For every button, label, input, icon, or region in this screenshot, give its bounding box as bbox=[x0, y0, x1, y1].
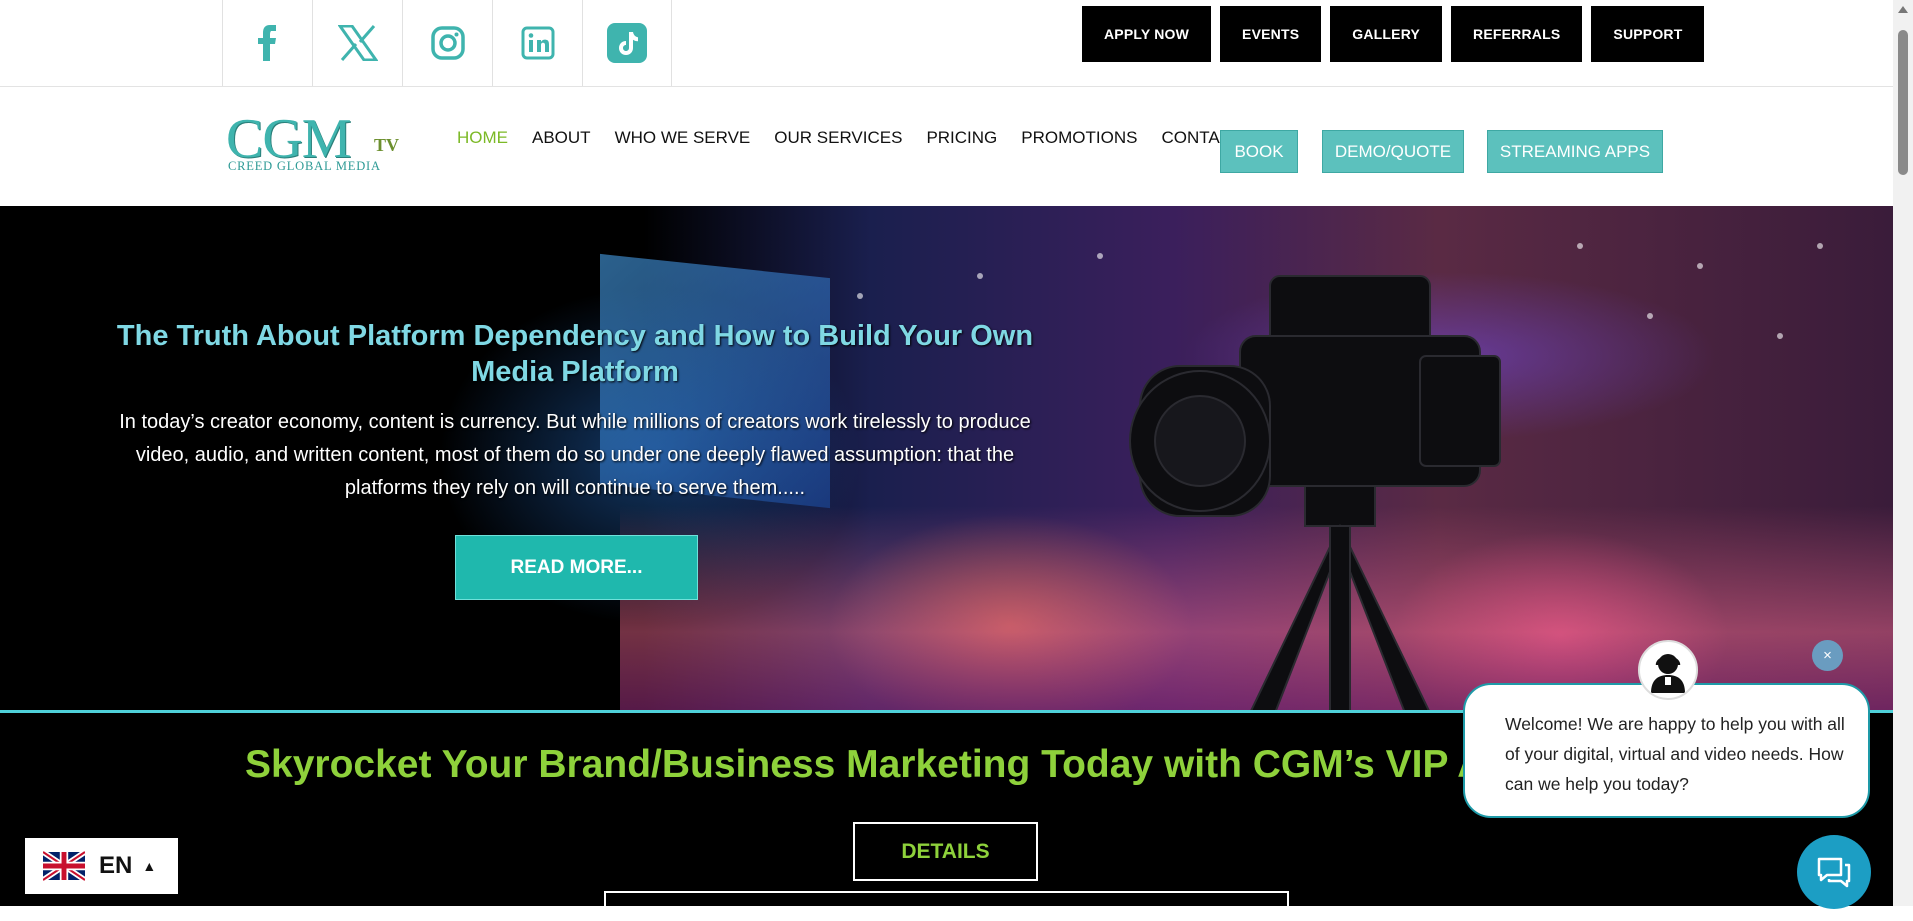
x-icon bbox=[337, 25, 378, 61]
page-scrollbar[interactable] bbox=[1893, 0, 1913, 906]
support-button[interactable]: SUPPORT bbox=[1591, 6, 1705, 62]
hero-banner: The Truth About Platform Dependency and … bbox=[0, 206, 1893, 713]
uk-flag-icon bbox=[43, 851, 85, 881]
details-button[interactable]: DETAILS bbox=[853, 822, 1038, 881]
social-linkedin[interactable] bbox=[492, 0, 582, 86]
read-more-button[interactable]: READ MORE... bbox=[455, 535, 698, 600]
chat-close-button[interactable]: × bbox=[1812, 640, 1843, 671]
chat-launcher-button[interactable] bbox=[1797, 835, 1871, 909]
chat-icon bbox=[1817, 857, 1851, 888]
logo-tv: TV bbox=[374, 135, 400, 155]
gallery-button[interactable]: GALLERY bbox=[1330, 6, 1443, 62]
hero-title: The Truth About Platform Dependency and … bbox=[116, 320, 1034, 388]
promo-content-box bbox=[604, 891, 1289, 921]
nav-menu: HOME ABOUT WHO WE SERVE OUR SERVICES PRI… bbox=[457, 128, 1266, 148]
instagram-icon bbox=[430, 26, 465, 60]
book-button[interactable]: BOOK bbox=[1220, 130, 1298, 173]
top-links: APPLY NOW EVENTS GALLERY REFERRALS SUPPO… bbox=[1082, 6, 1705, 62]
site-logo[interactable]: CGM TV CREED GLOBAL MEDIA bbox=[226, 111, 406, 175]
hero-excerpt: In today’s creator economy, content is c… bbox=[119, 411, 1031, 499]
tiktok-icon bbox=[607, 23, 647, 63]
streaming-apps-button[interactable]: STREAMING APPS bbox=[1487, 130, 1663, 173]
scroll-up-arrow-icon[interactable] bbox=[1898, 6, 1908, 13]
linkedin-icon bbox=[521, 26, 554, 60]
chevron-up-icon: ▲ bbox=[142, 858, 157, 874]
apply-now-button[interactable]: APPLY NOW bbox=[1082, 6, 1212, 62]
promo-title: Skyrocket Your Brand/Business Marketing … bbox=[245, 743, 1486, 786]
main-nav: CGM TV CREED GLOBAL MEDIA HOME ABOUT WHO… bbox=[0, 87, 1893, 206]
chat-welcome-bubble[interactable]: Welcome! We are happy to help you with a… bbox=[1463, 683, 1870, 818]
social-instagram[interactable] bbox=[402, 0, 492, 86]
language-switcher[interactable]: EN ▲ bbox=[25, 838, 178, 894]
facebook-icon bbox=[257, 25, 276, 61]
support-agent-icon bbox=[1651, 654, 1685, 693]
chat-welcome-message: Welcome! We are happy to help you with a… bbox=[1505, 714, 1845, 794]
demo-quote-button[interactable]: DEMO/QUOTE bbox=[1322, 130, 1464, 173]
social-facebook[interactable] bbox=[222, 0, 312, 86]
social-tiktok[interactable] bbox=[582, 0, 672, 86]
referrals-button[interactable]: REFERRALS bbox=[1451, 6, 1583, 62]
logo-tagline: CREED GLOBAL MEDIA bbox=[228, 159, 381, 173]
events-button[interactable]: EVENTS bbox=[1220, 6, 1322, 62]
top-bar: APPLY NOW EVENTS GALLERY REFERRALS SUPPO… bbox=[0, 0, 1893, 87]
social-x[interactable] bbox=[312, 0, 402, 86]
chat-agent-avatar bbox=[1638, 640, 1698, 700]
scrollbar-thumb[interactable] bbox=[1898, 30, 1908, 175]
social-links bbox=[222, 0, 672, 86]
nav-item-who-we-serve[interactable]: WHO WE SERVE bbox=[615, 128, 751, 148]
nav-item-about[interactable]: ABOUT bbox=[532, 128, 591, 148]
nav-item-promotions[interactable]: PROMOTIONS bbox=[1021, 128, 1137, 148]
nav-item-our-services[interactable]: OUR SERVICES bbox=[774, 128, 902, 148]
nav-item-pricing[interactable]: PRICING bbox=[926, 128, 997, 148]
nav-item-home[interactable]: HOME bbox=[457, 128, 508, 148]
language-code: EN bbox=[99, 852, 133, 879]
